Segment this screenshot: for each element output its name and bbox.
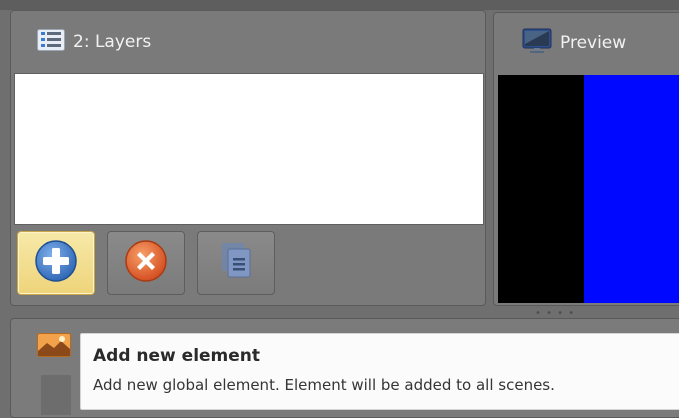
copy-icon [218,241,254,285]
bottom-panel-row [41,375,71,415]
tooltip-title: Add new element [93,346,261,366]
preview-panel-header: Preview [494,13,679,73]
preview-blue-region [584,75,679,303]
x-circle-icon [124,239,168,287]
preview-panel-title: Preview [560,33,627,53]
monitor-icon [522,28,552,59]
layers-panel-title: 2: Layers [73,32,152,52]
preview-panel: Preview [493,12,679,306]
add-element-button[interactable] [17,231,95,295]
layers-list[interactable] [14,73,484,225]
duplicate-element-button[interactable] [197,231,275,295]
layers-panel: 2: Layers [10,10,486,306]
top-strip [0,0,679,10]
add-element-tooltip: Add new element Add new global element. … [80,333,679,410]
tooltip-description: Add new global element. Element will be … [93,376,555,394]
preview-canvas[interactable] [498,75,679,303]
layers-panel-header: 2: Layers [11,11,485,73]
remove-element-button[interactable] [107,231,185,295]
layers-toolbar [17,231,275,297]
plus-circle-icon [34,239,78,287]
list-icon [37,28,65,56]
image-icon [37,333,71,361]
